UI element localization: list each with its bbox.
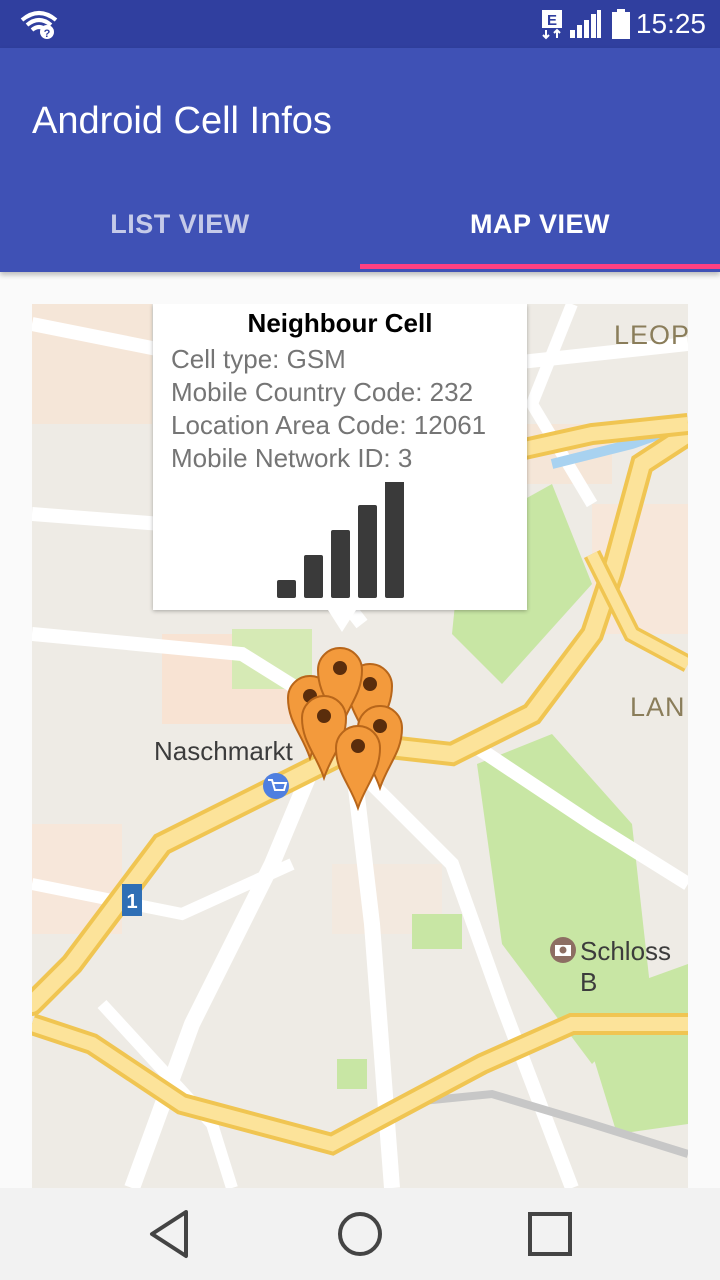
signal-bar (358, 505, 377, 598)
info-window[interactable]: Neighbour Cell Cell type: GSM Mobile Cou… (153, 304, 527, 632)
svg-text:?: ? (44, 28, 51, 40)
map-label-schloss: Schloss B (580, 936, 672, 997)
status-time: 15:25 (635, 8, 706, 39)
info-line-lac: Location Area Code: 12061 (171, 410, 487, 440)
network-badge: E (547, 12, 557, 29)
signal-bar (331, 530, 350, 598)
map-label-lan: LAN (630, 692, 686, 722)
info-line-mnc: Mobile Network ID: 3 (171, 443, 413, 473)
home-icon[interactable] (320, 1204, 400, 1264)
back-icon[interactable] (130, 1204, 210, 1264)
battery-icon (612, 9, 630, 39)
tab-indicator (360, 264, 720, 269)
signal-bar (277, 580, 296, 598)
navigation-bar (0, 1188, 720, 1280)
info-window-title: Neighbour Cell (247, 308, 433, 338)
tab-map-view[interactable]: MAP VIEW (360, 176, 720, 272)
wifi-question-icon: ? (20, 11, 58, 40)
signal-bar (304, 555, 323, 598)
data-e-icon: E (542, 10, 562, 40)
camera-poi-icon[interactable] (550, 937, 576, 963)
app-title: Android Cell Infos (32, 100, 332, 142)
info-line-cell-type: Cell type: GSM (171, 344, 346, 374)
map-label-naschmarkt: Naschmarkt (154, 736, 293, 766)
info-window-tail (328, 610, 356, 632)
signal-bar (385, 482, 404, 598)
map-label-leop: LEOP (614, 320, 688, 350)
map-view[interactable]: 1 LEOP LAN Naschmarkt Schloss B Neighbou… (32, 304, 688, 1188)
shopping-poi-icon[interactable] (263, 773, 289, 799)
signal-strength-icon (277, 482, 404, 598)
tab-list-view[interactable]: LIST VIEW (0, 176, 360, 272)
signal-icon (570, 10, 601, 38)
info-line-mcc: Mobile Country Code: 232 (171, 377, 474, 407)
recents-icon[interactable] (510, 1204, 590, 1264)
status-bar: ? E 15:25 (0, 0, 720, 48)
app-bar: Android Cell Infos LIST VIEW MAP VIEW (0, 48, 720, 272)
route-number: 1 (126, 891, 137, 913)
